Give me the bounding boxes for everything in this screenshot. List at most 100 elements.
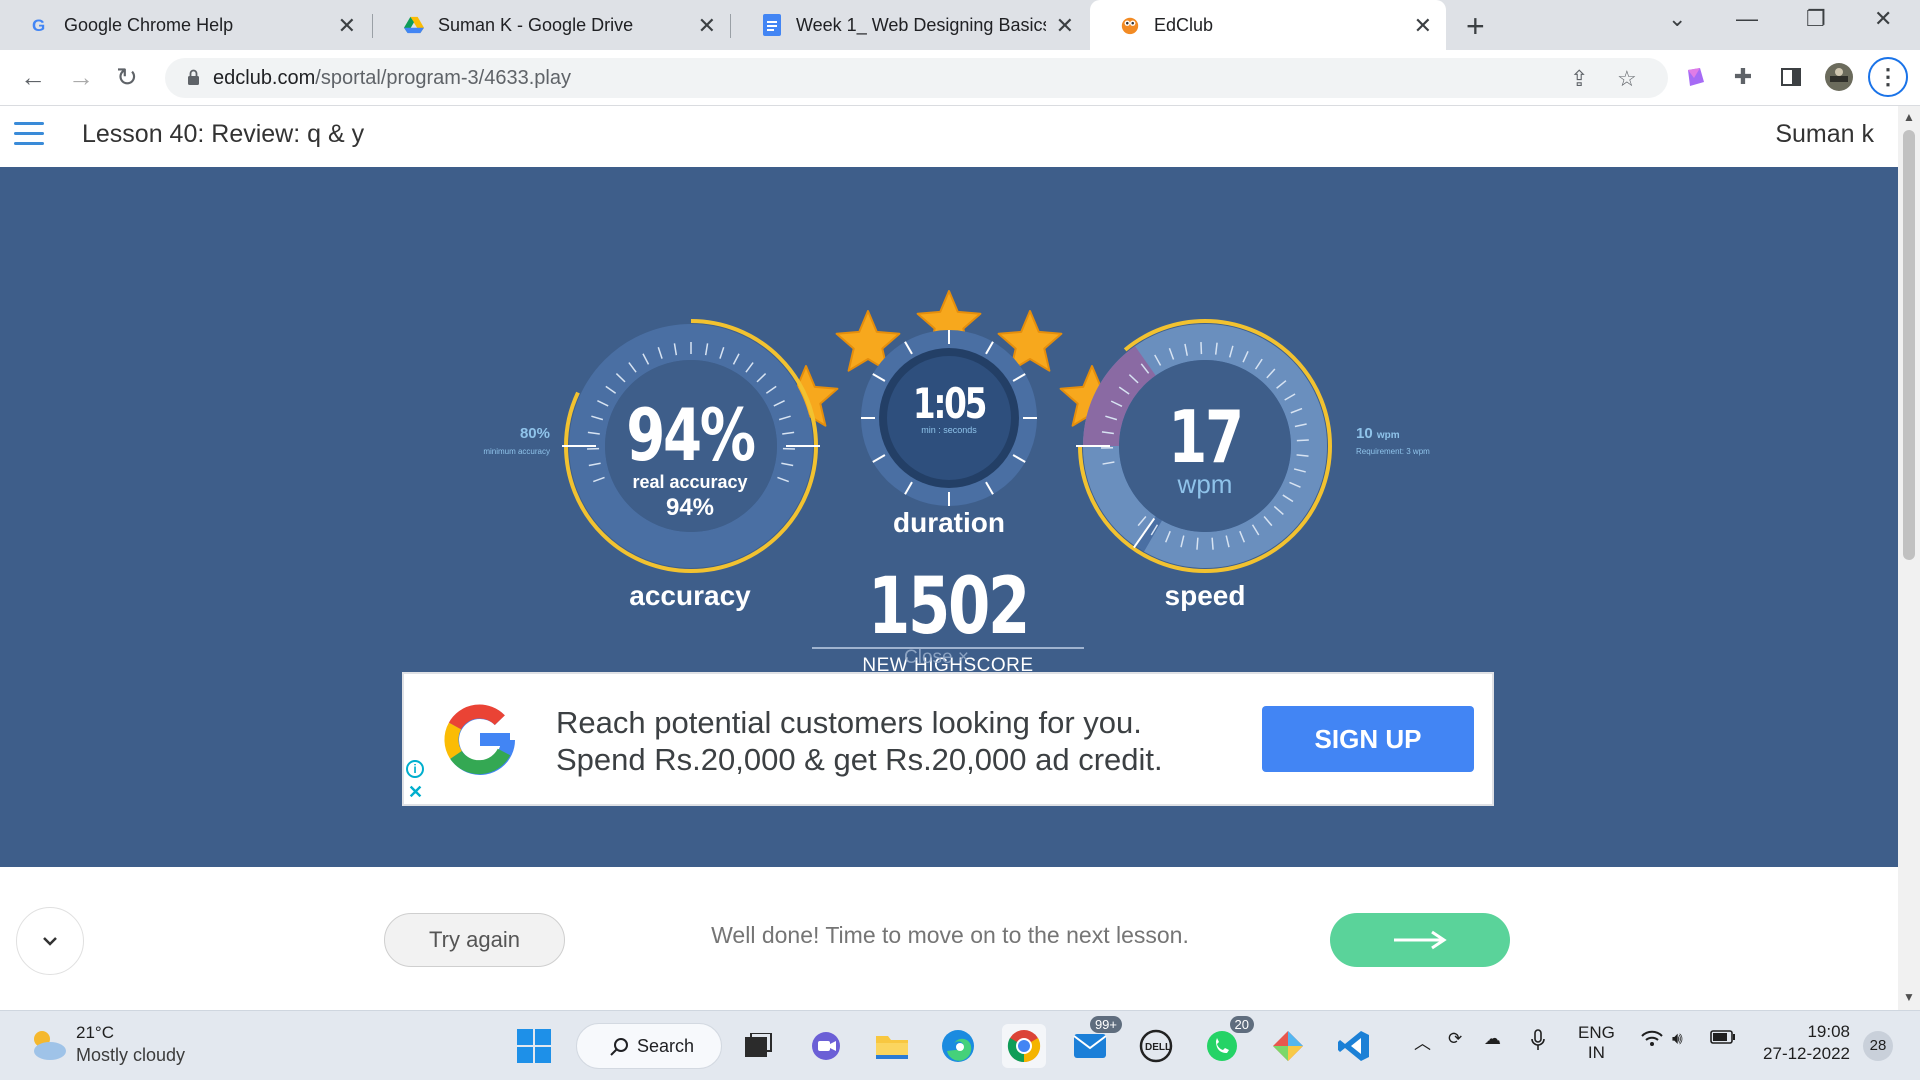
browser-toolbar: ← → ↻ edclub.com/sportal/program-3/4633.…: [0, 50, 1920, 106]
new-tab-icon[interactable]: +: [1466, 8, 1485, 45]
teams-chat-icon[interactable]: [804, 1024, 848, 1068]
microphone-icon[interactable]: [1530, 1029, 1546, 1056]
search-label: Search: [637, 1035, 695, 1056]
chevron-down-icon: [43, 937, 57, 946]
whatsapp-badge: 20: [1229, 1016, 1254, 1033]
speed-value: 17: [1168, 395, 1244, 479]
extensions-puzzle-icon[interactable]: ✚: [1728, 62, 1758, 92]
tab-title: Google Chrome Help: [64, 14, 234, 35]
speed-requirement-label: Requirement: 3 wpm: [1356, 447, 1430, 456]
tab-google-drive[interactable]: Suman K - Google Drive ✕: [374, 0, 730, 50]
onedrive-cloud-icon[interactable]: ☁: [1484, 1029, 1501, 1049]
taskbar-clock[interactable]: 19:08 27-12-2022: [1754, 1021, 1850, 1065]
close-tab-icon[interactable]: ✕: [698, 13, 716, 39]
scroll-thumb[interactable]: [1903, 130, 1915, 560]
ad-line-2: Spend Rs.20,000 & get Rs.20,000 ad credi…: [556, 742, 1163, 777]
real-accuracy-label: real accuracy: [632, 472, 748, 492]
tab-google-chrome-help[interactable]: G Google Chrome Help ✕: [0, 0, 370, 50]
browser-tab-strip: G Google Chrome Help ✕ Suman K - Google …: [0, 0, 1920, 50]
chrome-menu-icon[interactable]: ⋮: [1868, 57, 1908, 97]
url-host: edclub.com: [213, 67, 316, 89]
speed-target-value: 10: [1356, 425, 1373, 442]
office-apps-icon[interactable]: [1266, 1024, 1310, 1068]
clock-time: 19:08: [1807, 1022, 1850, 1041]
taskbar-search-box[interactable]: Search: [576, 1023, 722, 1069]
language-line-1: ENG: [1578, 1023, 1615, 1042]
file-explorer-icon[interactable]: [870, 1024, 914, 1068]
extension-gradient-icon[interactable]: [1680, 62, 1710, 92]
battery-icon[interactable]: [1710, 1029, 1736, 1049]
minimize-icon[interactable]: —: [1736, 6, 1758, 32]
close-tab-icon[interactable]: ✕: [338, 13, 356, 39]
url-path: /sportal/program-3/4633.play: [315, 67, 571, 89]
score-value: 1502: [868, 562, 1030, 652]
back-icon[interactable]: ←: [20, 62, 46, 93]
scroll-down-icon[interactable]: ▼: [1903, 990, 1915, 1004]
volume-icon[interactable]: 🔊︎: [1672, 1029, 1683, 1049]
scroll-up-icon[interactable]: ▲: [1903, 110, 1915, 124]
address-bar[interactable]: edclub.com/sportal/program-3/4633.play ⇪…: [165, 58, 1668, 98]
share-icon[interactable]: ⇪: [1570, 66, 1588, 92]
expand-chevron-button[interactable]: [16, 907, 84, 975]
reload-icon[interactable]: ↻: [116, 62, 138, 93]
arrow-right-icon: [1394, 930, 1447, 950]
duration-label: duration: [893, 507, 1005, 538]
language-line-2: IN: [1587, 1043, 1605, 1062]
close-tab-icon[interactable]: ✕: [1414, 13, 1432, 39]
page-scrollbar[interactable]: ▲ ▼: [1898, 106, 1920, 1010]
wifi-icon[interactable]: [1640, 1029, 1664, 1052]
ad-sign-up-button[interactable]: SIGN UP: [1262, 706, 1474, 772]
close-tab-icon[interactable]: ✕: [1056, 13, 1074, 39]
google-docs-icon: [762, 14, 782, 36]
clock-date: 27-12-2022: [1763, 1044, 1850, 1063]
tab-google-docs[interactable]: Week 1_ Web Designing Basics.d ✕: [732, 0, 1088, 50]
tab-edclub[interactable]: EdClub ✕: [1090, 0, 1446, 50]
windows-start-icon[interactable]: [512, 1024, 556, 1068]
sync-icon[interactable]: ⟳: [1448, 1029, 1462, 1049]
dell-icon[interactable]: DELL: [1134, 1024, 1178, 1068]
ad-info-icon[interactable]: i: [406, 760, 424, 778]
restore-icon[interactable]: ❐: [1806, 6, 1826, 32]
search-icon: [610, 1038, 628, 1056]
whatsapp-icon[interactable]: 20: [1200, 1016, 1254, 1068]
task-view-icon[interactable]: [736, 1024, 780, 1068]
user-name[interactable]: Suman k: [1775, 120, 1874, 149]
language-indicator[interactable]: ENG IN: [1578, 1023, 1615, 1063]
side-panel-icon[interactable]: [1776, 62, 1806, 92]
well-done-message: Well done! Time to move on to the next l…: [711, 922, 1189, 948]
partly-cloudy-icon: [34, 1031, 66, 1060]
google-drive-icon: [404, 15, 424, 35]
tab-title: Suman K - Google Drive: [438, 14, 634, 35]
tab-separator: [372, 14, 373, 38]
bookmark-star-icon[interactable]: ☆: [1617, 66, 1637, 92]
forward-icon[interactable]: →: [68, 62, 94, 93]
profile-avatar[interactable]: [1824, 62, 1854, 92]
windows-taskbar: 21°C Mostly cloudy Search 99+ DELL 20 ︿ …: [0, 1010, 1920, 1080]
speed-target: 10 wpm: [1356, 425, 1416, 442]
try-again-button[interactable]: Try again: [384, 913, 565, 967]
speed-target-unit: wpm: [1376, 430, 1400, 441]
chrome-taskbar-icon[interactable]: [1002, 1024, 1046, 1068]
duration-unit-label: min : seconds: [921, 425, 977, 435]
duration-value: 1:05: [912, 379, 987, 428]
speed-label: speed: [1164, 580, 1246, 611]
close-ad-link[interactable]: Close ×: [904, 647, 969, 669]
ad-close-icon[interactable]: ✕: [408, 782, 423, 803]
edge-browser-icon[interactable]: [936, 1024, 980, 1068]
tab-search-chevron-icon[interactable]: ⌄: [1668, 6, 1686, 32]
tab-title: EdClub: [1154, 14, 1214, 35]
next-lesson-button[interactable]: [1330, 913, 1510, 967]
speed-unit: wpm: [1177, 469, 1233, 499]
vscode-icon[interactable]: [1332, 1024, 1376, 1068]
notification-count[interactable]: 28: [1863, 1031, 1893, 1061]
url-text: edclub.com/sportal/program-3/4633.play: [213, 67, 571, 90]
ad-banner[interactable]: Reach potential customers looking for yo…: [402, 672, 1494, 806]
google-icon: G: [30, 15, 50, 35]
google-g-logo: [444, 704, 515, 775]
show-hidden-icons-icon[interactable]: ︿: [1414, 1029, 1431, 1054]
close-window-icon[interactable]: ✕: [1874, 6, 1892, 32]
hamburger-menu-icon[interactable]: [14, 122, 44, 146]
mail-icon[interactable]: 99+: [1068, 1016, 1122, 1068]
weather-condition: Mostly cloudy: [76, 1045, 186, 1065]
svg-text:DELL: DELL: [1145, 1042, 1171, 1053]
